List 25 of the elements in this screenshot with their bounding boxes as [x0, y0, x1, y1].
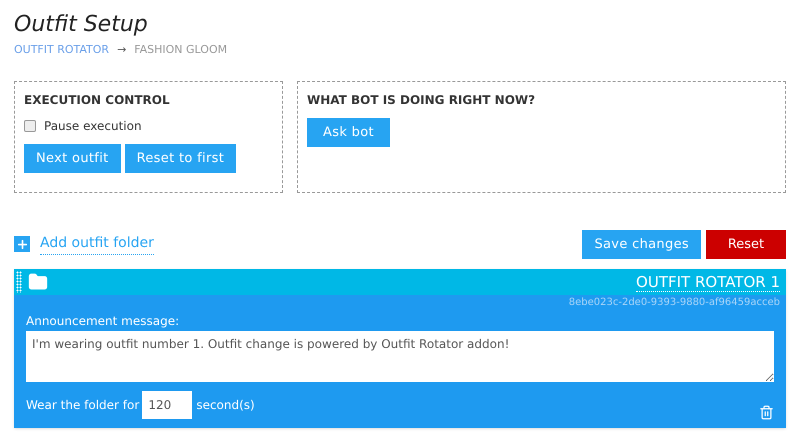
folder-name[interactable]: OUTFIT ROTATOR 1	[636, 272, 780, 292]
arrow-icon: →	[117, 42, 126, 58]
pause-checkbox[interactable]	[24, 120, 36, 132]
folder-icon	[28, 272, 48, 292]
message-field[interactable]: I'm wearing outfit number 1. Outfit change is powered by Outfit Rotator addon!	[26, 331, 774, 382]
drag-handle-icon[interactable]	[16, 271, 22, 293]
breadcrumb-current: FASHION GLOOM	[134, 42, 228, 58]
ask-bot-button[interactable]: Ask bot	[307, 118, 390, 147]
save-button[interactable]: Save changes	[582, 230, 701, 259]
duration-label: Wear the folder for	[26, 396, 140, 414]
action-button[interactable]: Next outfit	[24, 144, 121, 173]
checkbox-label: Pause execution	[44, 118, 142, 134]
add-icon[interactable]	[14, 236, 30, 252]
duration-field[interactable]: 120	[142, 390, 192, 418]
action-button[interactable]: Reset to first	[124, 144, 236, 173]
field-label: Announcement message:	[26, 313, 180, 330]
add-folder-link[interactable]: Add outfit folder	[40, 233, 154, 256]
panel-title: WHAT BOT IS DOING RIGHT NOW?	[307, 92, 536, 108]
breadcrumb-link[interactable]: OUTFIT ROTATOR	[14, 42, 110, 58]
delete-icon[interactable]	[759, 405, 774, 420]
panel-title: EXECUTION CONTROL	[24, 92, 171, 108]
reset-button[interactable]: Reset	[706, 230, 786, 259]
duration-unit: second(s)	[196, 396, 255, 414]
page-title: Outfit Setup	[14, 11, 149, 39]
folder-id: 8ebe023c-2de0-9393-9880-af96459acceb	[568, 296, 780, 310]
